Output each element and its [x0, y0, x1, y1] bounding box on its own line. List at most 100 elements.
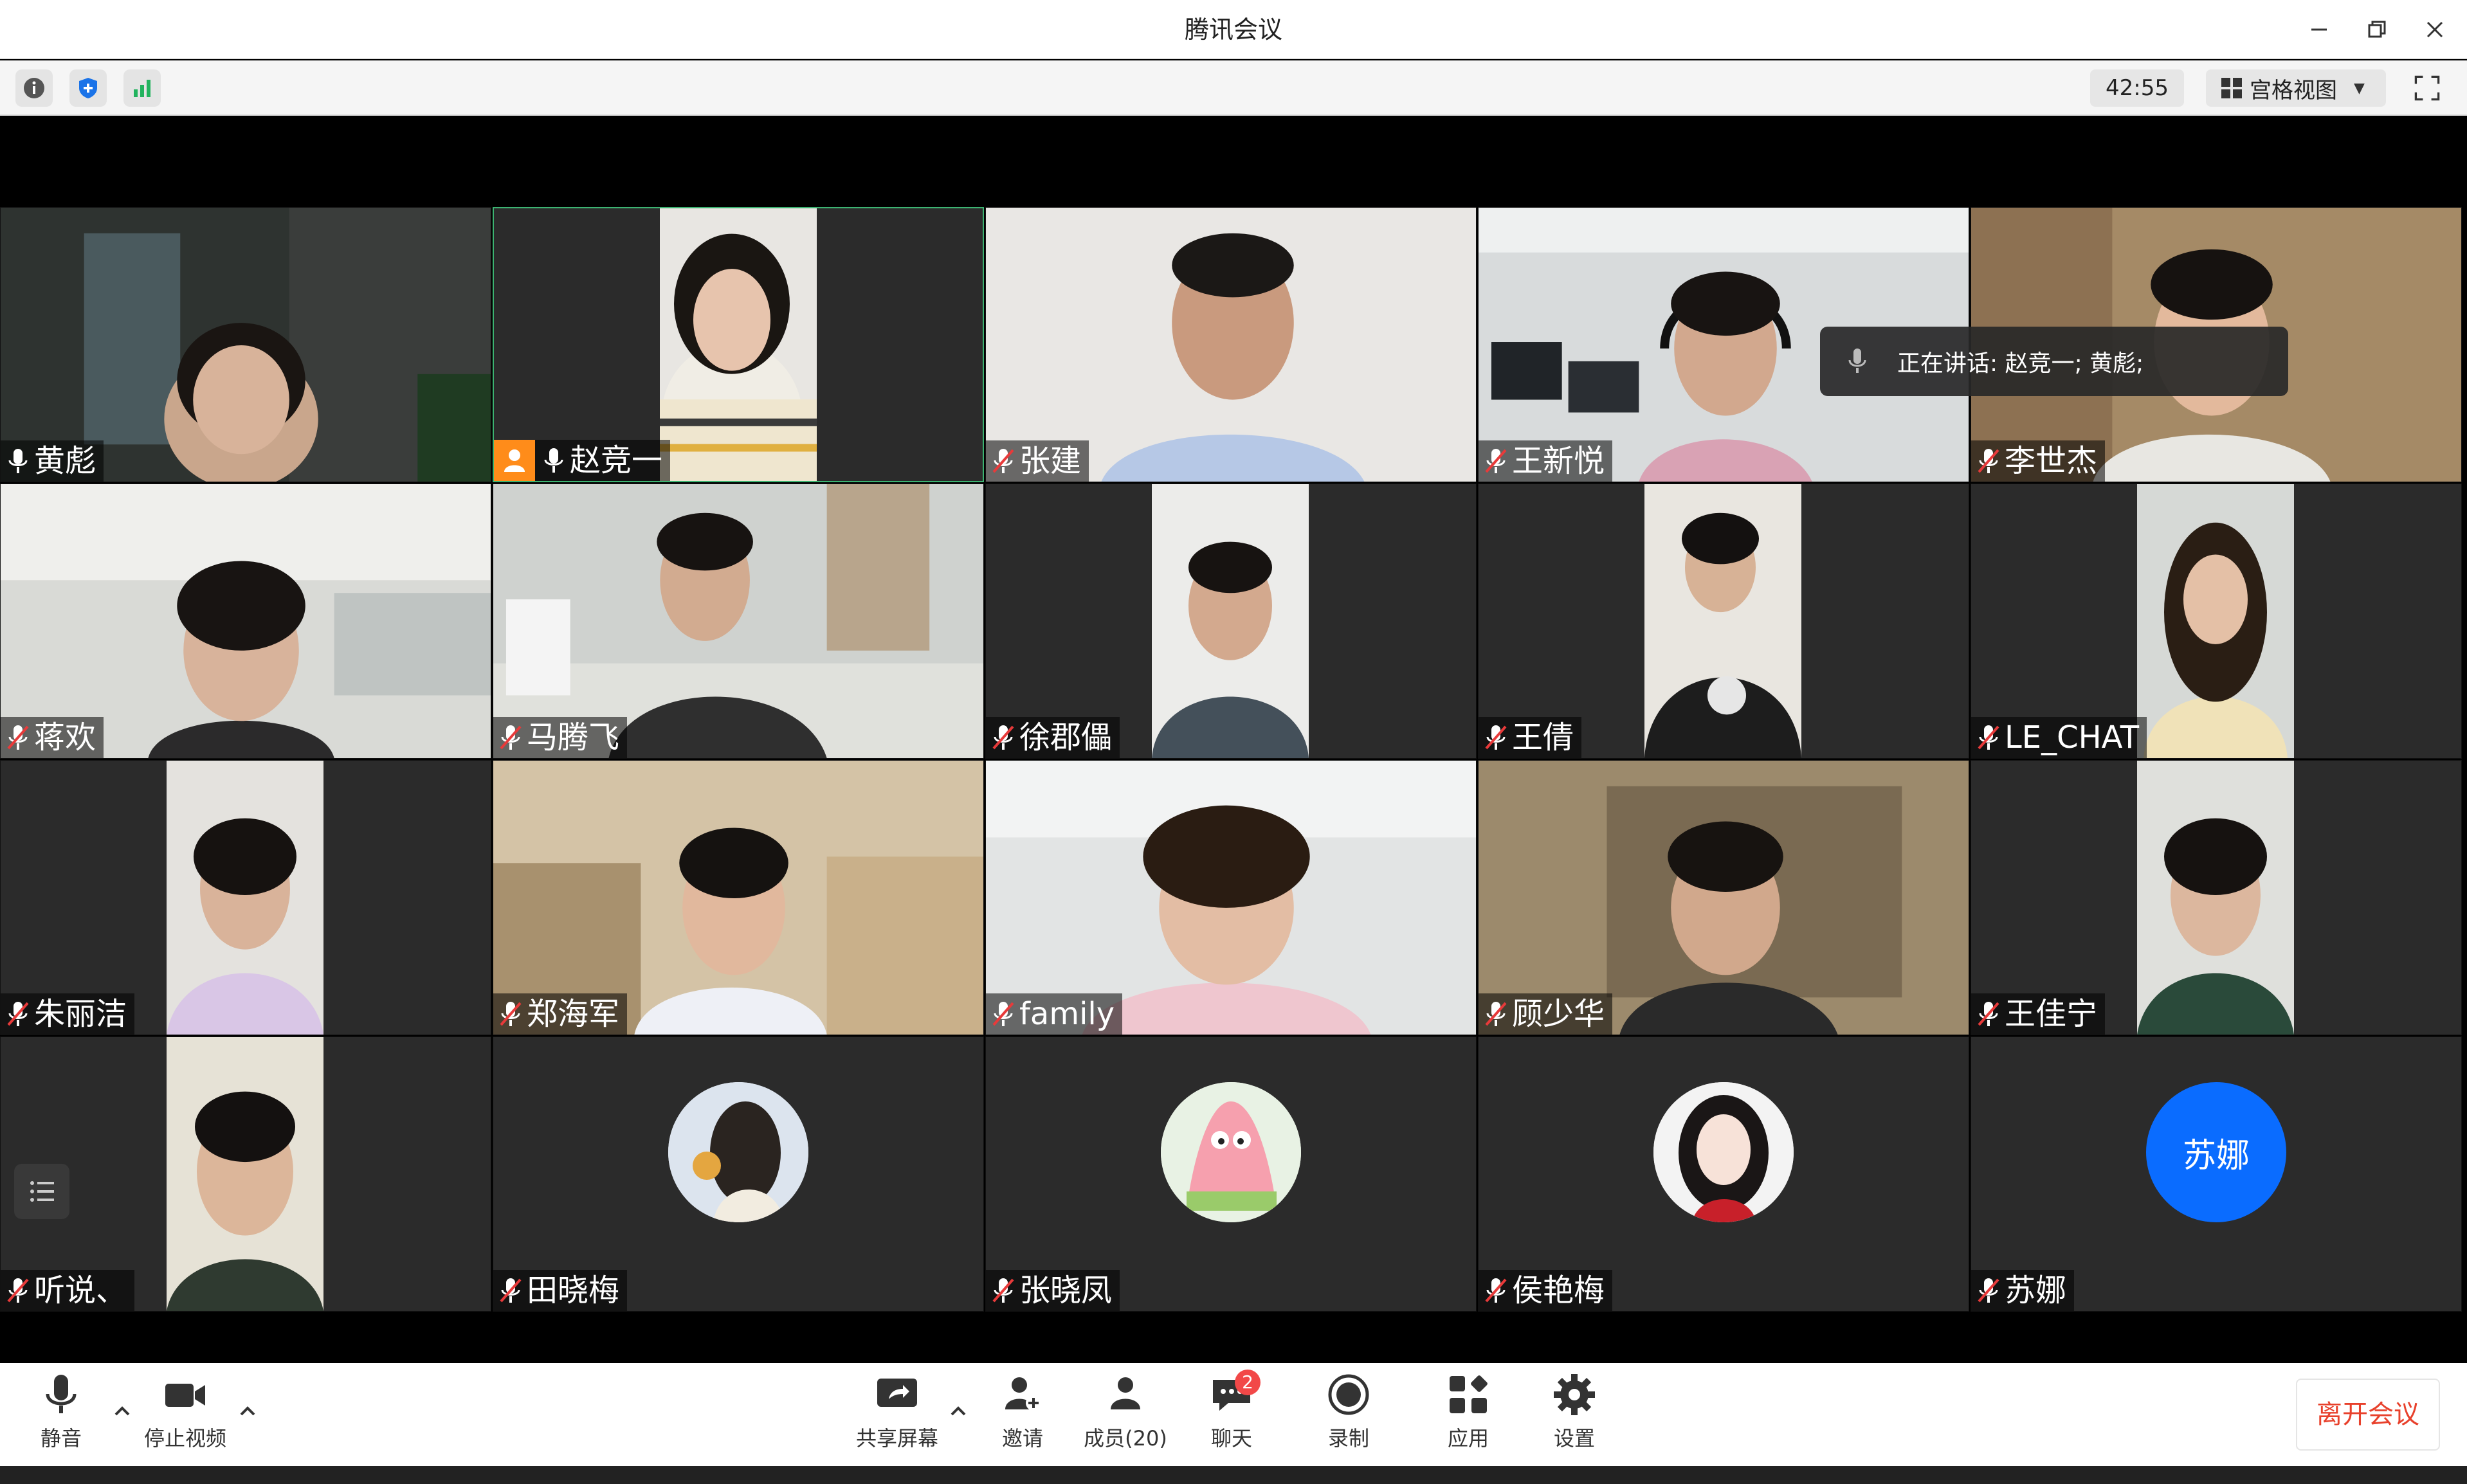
- participant-name-tag: family: [986, 993, 1123, 1035]
- participant-name-tag: 蒋欢: [1, 717, 104, 758]
- minimize-icon: [2311, 28, 2327, 31]
- participant-name: 马腾飞: [527, 719, 620, 756]
- muted-microphone-icon: [992, 1278, 1014, 1303]
- host-icon: [504, 449, 525, 472]
- muted-microphone-icon: [500, 725, 522, 750]
- leave-meeting-button[interactable]: 离开会议: [2296, 1379, 2440, 1451]
- camera-feed: [2137, 484, 2294, 758]
- members-button[interactable]: 成员(20): [1071, 1372, 1180, 1458]
- participant-name: 侯艳梅: [1512, 1272, 1605, 1308]
- stop-video-button[interactable]: 停止视频: [131, 1372, 240, 1458]
- participant-name-tag: 田晓梅: [493, 1270, 628, 1311]
- video-tile[interactable]: 苏娜 苏娜: [1971, 1036, 2462, 1312]
- participant-name: 蒋欢: [34, 719, 96, 756]
- avatar-image: [1653, 1082, 1794, 1222]
- participant-name-tag: 黄彪: [1, 440, 104, 482]
- video-tile[interactable]: 田晓梅: [493, 1036, 984, 1312]
- participant-name-tag: 张建: [986, 440, 1089, 482]
- share-screen-icon: [877, 1379, 917, 1407]
- close-button[interactable]: [2418, 13, 2452, 46]
- participant-name-tag: 赵竞一: [494, 440, 671, 481]
- camera-feed: [2137, 761, 2294, 1035]
- video-tile[interactable]: 张晓凤: [985, 1036, 1477, 1312]
- participant-name: 王新悦: [1512, 443, 1605, 479]
- control-bar: 静音 停止视频 共享屏幕 邀请 成员(20) 聊天 2 录制 应用 设置 离开会…: [0, 1363, 2467, 1466]
- avatar: [1161, 1082, 1301, 1222]
- participant-name: 郑海军: [527, 996, 620, 1032]
- muted-microphone-icon: [7, 1278, 29, 1303]
- participant-name: 顾少华: [1512, 996, 1605, 1032]
- participant-name-tag: 王倩: [1479, 717, 1582, 758]
- video-tile[interactable]: 黄彪: [0, 207, 491, 482]
- meeting-timer: 42:55: [2090, 69, 2184, 107]
- video-tile[interactable]: 马腾飞: [493, 484, 984, 759]
- meeting-info-button[interactable]: [15, 69, 53, 107]
- chevron-up-icon[interactable]: [235, 1398, 260, 1424]
- muted-microphone-icon: [992, 1002, 1014, 1026]
- apps-button[interactable]: 应用: [1414, 1372, 1523, 1458]
- minimize-button[interactable]: [2302, 13, 2336, 46]
- video-tile[interactable]: 张建: [985, 207, 1477, 482]
- mute-label: 静音: [40, 1426, 82, 1451]
- video-tile[interactable]: 王倩: [1478, 484, 1969, 759]
- network-status-button[interactable]: [123, 69, 161, 107]
- participant-name: 王佳宁: [2005, 996, 2098, 1032]
- participant-name: 听说、: [34, 1272, 127, 1308]
- participant-name-tag: 郑海军: [493, 993, 628, 1035]
- muted-microphone-icon: [1978, 725, 1999, 750]
- video-tile[interactable]: 郑海军: [493, 760, 984, 1035]
- video-tile[interactable]: 徐郡儡: [985, 484, 1477, 759]
- chat-button[interactable]: 聊天 2: [1177, 1370, 1286, 1458]
- participant-name-tag: 王佳宁: [1971, 993, 2106, 1035]
- muted-microphone-icon: [1485, 725, 1507, 750]
- participant-name-tag: 李世杰: [1971, 440, 2106, 482]
- participant-name-tag: 听说、: [1, 1270, 135, 1311]
- view-mode-dropdown[interactable]: 宫格视图 ▼: [2206, 69, 2386, 107]
- microphone-icon: [46, 1375, 77, 1413]
- record-button[interactable]: 录制: [1294, 1372, 1403, 1458]
- participant-name: 黄彪: [34, 443, 96, 479]
- video-tile[interactable]: 王佳宁: [1971, 760, 2462, 1035]
- muted-microphone-icon: [992, 725, 1014, 750]
- muted-microphone-icon: [1485, 1002, 1507, 1026]
- participant-name: 赵竞一: [570, 442, 663, 478]
- fullscreen-button[interactable]: [2408, 69, 2446, 107]
- video-tile[interactable]: 赵竞一: [493, 207, 984, 482]
- invite-button[interactable]: 邀请: [968, 1372, 1077, 1458]
- participant-name: 徐郡儡: [1019, 719, 1113, 756]
- video-tile[interactable]: LE_CHAT: [1971, 484, 2462, 759]
- avatar: [668, 1082, 808, 1222]
- settings-button[interactable]: 设置: [1520, 1372, 1629, 1458]
- restore-button[interactable]: [2360, 13, 2394, 46]
- muted-microphone-icon: [1485, 449, 1507, 473]
- info-icon: [24, 78, 44, 98]
- participant-name-tag: 朱丽洁: [1, 993, 135, 1035]
- muted-microphone-icon: [1978, 1002, 1999, 1026]
- participant-name: 朱丽洁: [34, 996, 127, 1032]
- chevron-up-icon[interactable]: [945, 1398, 971, 1424]
- participant-name: LE_CHAT: [2005, 719, 2140, 756]
- video-tile[interactable]: 侯艳梅: [1478, 1036, 1969, 1312]
- video-tile[interactable]: family: [985, 760, 1477, 1035]
- video-tile[interactable]: 听说、: [0, 1036, 491, 1312]
- video-tile[interactable]: 朱丽洁: [0, 760, 491, 1035]
- avatar: 苏娜: [2146, 1082, 2286, 1222]
- participant-list-toggle[interactable]: [14, 1164, 69, 1219]
- fullscreen-icon: [2414, 75, 2440, 101]
- share-screen-button[interactable]: 共享屏幕: [842, 1372, 952, 1458]
- video-tile[interactable]: 蒋欢: [0, 484, 491, 759]
- muted-microphone-icon: [1978, 449, 1999, 473]
- host-badge: [494, 440, 535, 481]
- microphone-icon: [1848, 348, 1866, 373]
- members-label: 成员(20): [1084, 1426, 1167, 1451]
- participant-name-tag: 侯艳梅: [1479, 1270, 1613, 1311]
- participant-name: family: [1019, 996, 1115, 1032]
- video-tile[interactable]: 顾少华: [1478, 760, 1969, 1035]
- muted-microphone-icon: [7, 725, 29, 750]
- camera-feed: [1152, 484, 1309, 758]
- taskbar-strip: [0, 1466, 2467, 1484]
- security-button[interactable]: [69, 69, 107, 107]
- mute-button[interactable]: 静音: [6, 1372, 116, 1458]
- muted-microphone-icon: [1978, 1278, 1999, 1303]
- muted-microphone-icon: [992, 449, 1014, 473]
